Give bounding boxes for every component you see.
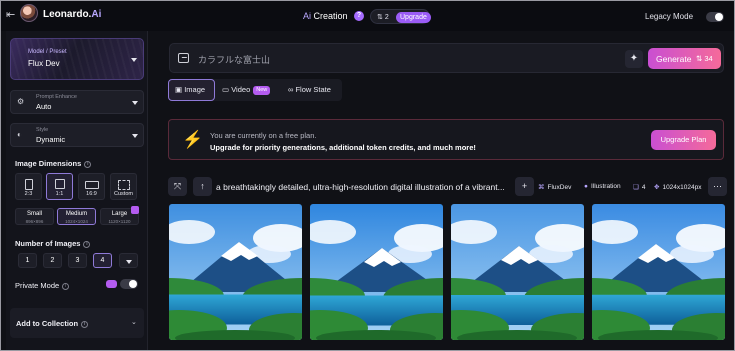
image-count-3[interactable]: 3 [68,253,87,268]
info-icon[interactable]: i [84,160,92,168]
premium-badge-icon [106,280,117,288]
image-upload-icon[interactable] [178,53,189,63]
generation-style: ● Illustration [584,183,621,190]
lightning-icon: ⚡ [182,130,204,149]
app-window: ⇤ Leonardo.Ai Ai Creation ? ⇅ 2 Upgrade … [0,0,735,351]
model-icon: ⌘ [538,184,545,191]
ratio-custom[interactable]: Custom [110,173,137,200]
upgrade-plan-button[interactable]: Upgrade Plan [651,130,716,150]
generated-image-2[interactable] [310,204,443,340]
generation-prompt[interactable]: a breathtakingly detailed, ultra-high-re… [216,182,505,192]
mode-tabs: ▣ Image ▭ Video New ∞ Flow State [168,79,342,101]
tab-flow-state[interactable]: ∞ Flow State [288,79,342,101]
avatar[interactable] [20,4,38,22]
plan-message: You are currently on a free plan. [210,131,317,140]
tab-image[interactable]: ▣ Image [168,79,215,101]
tab-video[interactable]: ▭ Video New [222,79,279,101]
generation-model: ⌘ FluxDev [538,184,572,191]
plan-upsell: Upgrade for priority generations, additi… [210,143,476,152]
prompt-enhance-select[interactable]: ⚙ Prompt Enhance Auto [10,90,144,114]
token-balance[interactable]: ⇅ 2 Upgrade [370,9,431,24]
chevron-down-icon [132,101,138,105]
drop-icon: ● [584,183,588,190]
generated-image-1[interactable] [169,204,302,340]
token-count: ⇅ 2 [377,14,389,21]
sliders-icon: ⚙ [17,97,25,106]
infinity-icon: ∞ [288,85,294,94]
premium-badge-icon [131,206,139,214]
prompt-enhance-sparkle-icon[interactable]: ✦ [625,50,643,68]
style-value: Dynamic [36,135,66,144]
free-plan-banner: ⚡ You are currently on a free plan. Upgr… [168,119,724,160]
prompt-bar: カラフルな富士山 ✦ Generate ⇅ 34 [169,43,724,73]
size-large[interactable]: Large 1120×1120 [100,206,139,225]
chevron-down-icon [131,58,137,62]
legacy-mode-label: Legacy Mode [645,12,694,21]
style-select[interactable]: ◐ Style Dynamic [10,123,144,147]
reuse-prompt-icon[interactable]: ↑ [193,177,212,196]
expand-icon: ✥ [654,184,660,191]
collapse-left-icon[interactable]: ⇤ [6,8,20,22]
generate-button[interactable]: Generate ⇅ 34 [648,48,721,69]
generated-image-4[interactable] [592,204,725,340]
generation-size: ✥ 1024x1024px [654,184,702,191]
image-count-2[interactable]: 2 [43,253,62,268]
ratio-2-3[interactable]: 2:3 [15,173,42,200]
preset-value: Flux Dev [28,59,60,68]
generation-count: ❏ 4 [633,184,646,191]
private-mode-toggle[interactable] [120,279,138,289]
number-of-images-heading: Number of Images i [15,239,91,248]
new-badge: New [253,85,271,95]
image-count-1[interactable]: 1 [18,253,37,268]
page-title: Ai Creation [303,11,348,21]
generate-cost: ⇅ 34 [696,54,713,63]
stack-icon: ❏ [633,184,639,191]
legacy-mode-toggle[interactable] [706,12,724,22]
image-count-4[interactable]: 4 [93,253,112,268]
info-icon[interactable]: i [83,240,91,248]
palette-icon: ◐ [17,130,22,139]
prompt-input[interactable]: カラフルな富士山 [198,53,270,66]
preset-label: Model / Preset [28,49,67,55]
top-bar: ⇤ Leonardo.Ai Ai Creation ? ⇅ 2 Upgrade … [1,1,734,31]
add-to-collection[interactable]: Add to Collection i ⌄ [10,308,144,338]
info-icon[interactable]: i [62,282,70,290]
ratio-16-9[interactable]: 16:9 [78,173,105,200]
remix-icon[interactable]: ⤧ [168,177,187,196]
style-label: Style [36,127,49,133]
image-count-more[interactable] [119,253,138,268]
prompt-enhance-label: Prompt Enhance [36,94,77,100]
chevron-down-icon: ⌄ [131,319,137,326]
question-icon[interactable]: ? [354,11,364,21]
image-icon: ▣ [175,85,183,94]
model-preset-select[interactable]: Model / Preset Flux Dev [10,38,144,80]
add-icon[interactable]: + [515,177,534,196]
sidebar: Model / Preset Flux Dev ⚙ Prompt Enhance… [6,31,148,350]
prompt-enhance-value: Auto [36,102,52,111]
size-medium[interactable]: Medium 1024×1024 [57,208,96,225]
upgrade-button[interactable]: Upgrade [396,12,431,23]
video-icon: ▭ [222,85,230,94]
chevron-down-icon [132,134,138,138]
info-icon[interactable]: i [81,320,89,328]
size-small[interactable]: Small 896×896 [15,208,54,225]
private-mode-label: Private Mode i [15,281,70,290]
generated-image-3[interactable] [451,204,584,340]
image-dimensions-heading: Image Dimensions i [15,159,92,168]
more-options-icon[interactable]: ⋯ [708,177,727,196]
brand-logo[interactable]: Leonardo.Ai [43,9,101,20]
generation-header: ⤧ ↑ a breathtakingly detailed, ultra-hig… [168,177,727,197]
ratio-1-1[interactable]: 1:1 [46,173,73,200]
